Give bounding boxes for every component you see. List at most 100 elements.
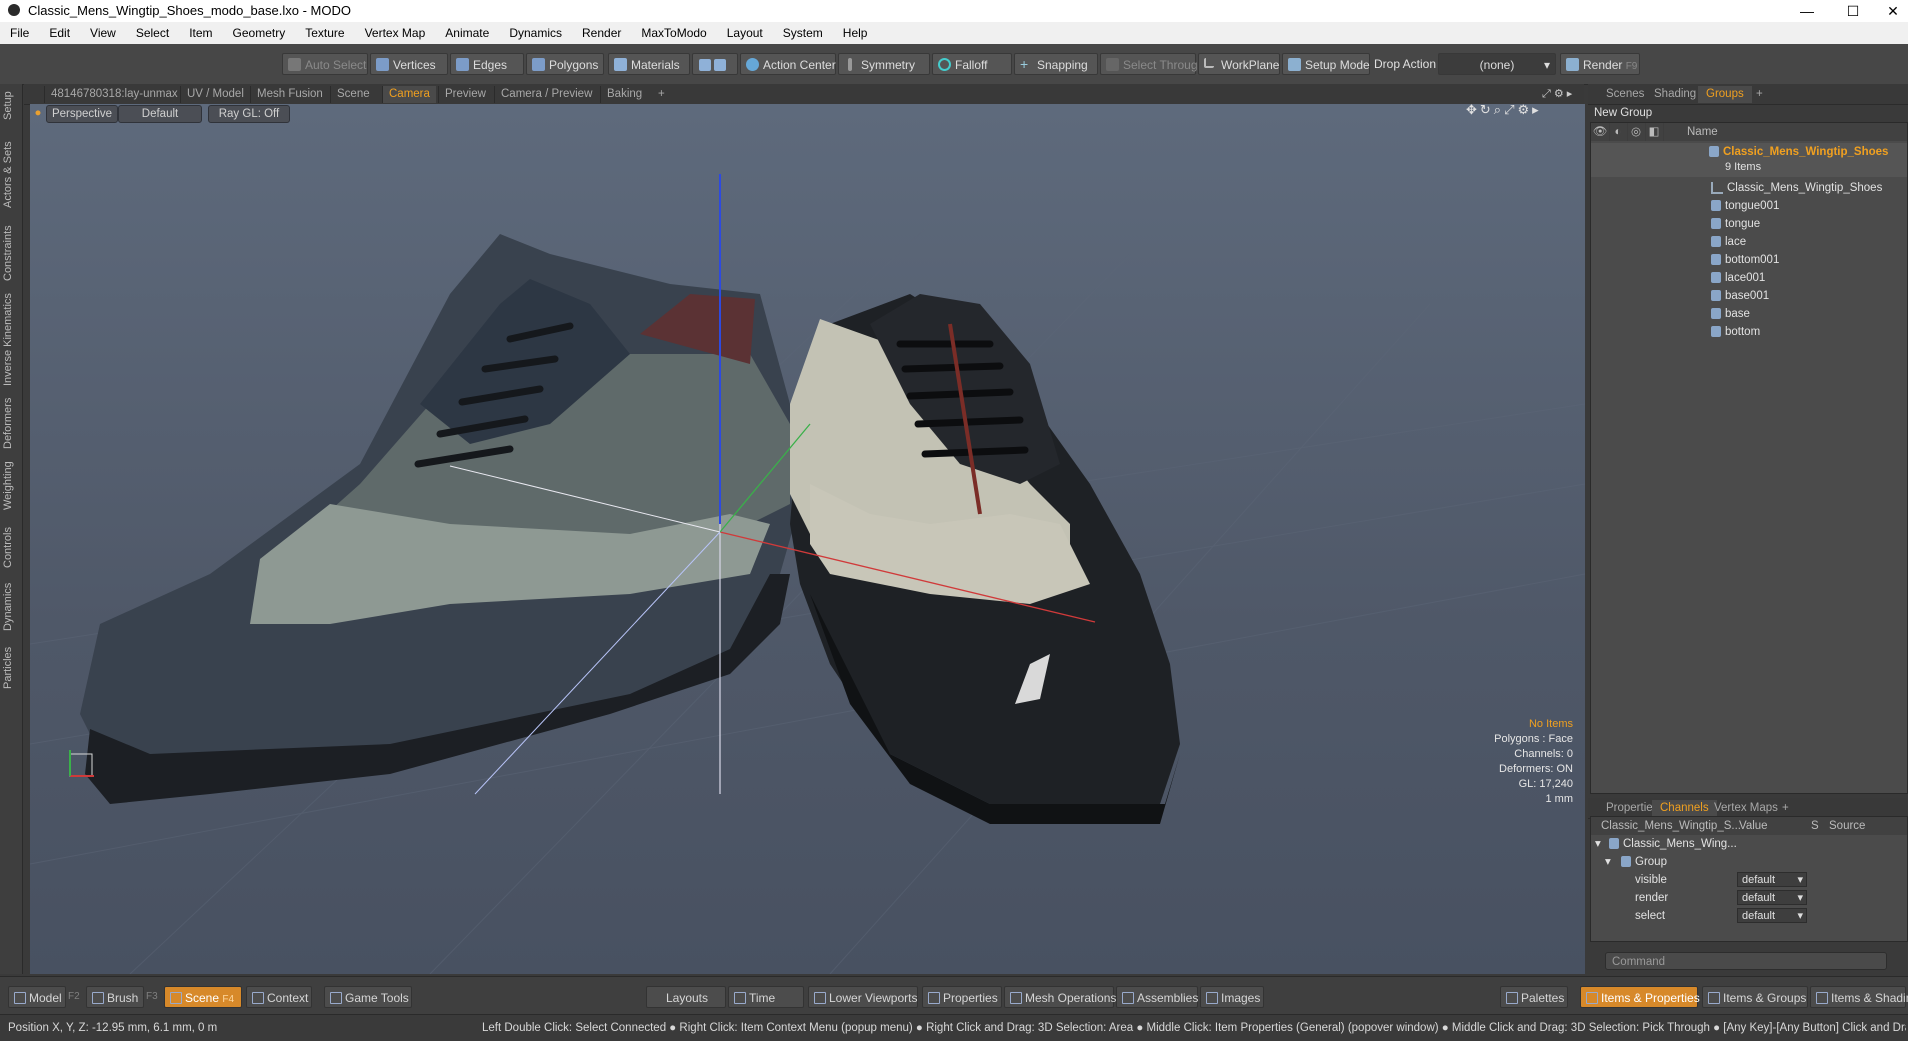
add-tab-button[interactable]: +: [652, 86, 671, 103]
raygl-toggle[interactable]: Ray GL: Off: [208, 105, 290, 123]
visible-value-select[interactable]: default: [1737, 872, 1807, 888]
scene-layout-button[interactable]: Scene F4: [164, 986, 242, 1008]
add-right-tab-button[interactable]: +: [1748, 86, 1771, 103]
falloff-button[interactable]: Falloff: [932, 53, 1012, 75]
tab-uv-model[interactable]: UV / Model: [180, 86, 250, 103]
items-groups-button[interactable]: Items & Groups: [1702, 986, 1808, 1008]
edges-button[interactable]: Edges: [450, 53, 524, 75]
render-col-icon[interactable]: ◐: [1609, 123, 1628, 141]
render-value-select[interactable]: default: [1737, 890, 1807, 906]
assemblies-button[interactable]: Assemblies: [1116, 986, 1198, 1008]
context-layout-button[interactable]: Context: [246, 986, 312, 1008]
tab-scene[interactable]: Scene: [330, 86, 376, 103]
items-properties-button[interactable]: Items & Properties: [1580, 986, 1700, 1008]
left-shoe-mesh[interactable]: [80, 234, 800, 804]
channel-row[interactable]: render default: [1591, 889, 1907, 907]
vtab-inverse-kinematics[interactable]: Inverse Kinematics: [2, 292, 20, 388]
tab-camera[interactable]: Camera: [382, 86, 436, 103]
selection-sets-button[interactable]: [692, 53, 738, 75]
right-shoe-mesh[interactable]: [790, 294, 1180, 824]
lock-icon[interactable]: ◎: [1627, 123, 1646, 141]
menu-texture[interactable]: Texture: [295, 26, 354, 40]
setup-mode-button[interactable]: Setup Mode: [1282, 53, 1370, 75]
select-value-select[interactable]: default: [1737, 908, 1807, 924]
vertices-button[interactable]: Vertices: [370, 53, 448, 75]
list-item[interactable]: Classic_Mens_Wingtip_Shoes: [1591, 179, 1907, 197]
view-type-selector[interactable]: Perspective: [46, 105, 118, 123]
vtab-constraints[interactable]: Constraints: [2, 222, 20, 284]
tab-preview[interactable]: Preview: [438, 86, 492, 103]
eye-icon[interactable]: 👁: [1591, 123, 1610, 141]
tab-mesh-fusion[interactable]: Mesh Fusion: [250, 86, 329, 103]
list-item[interactable]: bottom: [1591, 323, 1907, 341]
drop-action-select[interactable]: (none) ▾: [1438, 53, 1556, 75]
images-button[interactable]: Images: [1200, 986, 1264, 1008]
mesh-operations-button[interactable]: Mesh Operations: [1004, 986, 1116, 1008]
menu-view[interactable]: View: [80, 26, 126, 40]
menu-item[interactable]: Item: [179, 26, 222, 40]
list-item[interactable]: tongue001: [1591, 197, 1907, 215]
viewport-navigation-icons[interactable]: ✥↻⌕⤢⚙▸: [1466, 104, 1542, 118]
list-item[interactable]: tongue: [1591, 215, 1907, 233]
minimize-button[interactable]: —: [1784, 0, 1830, 22]
channel-group-row[interactable]: ▾ Group: [1591, 853, 1907, 871]
vtab-deformers[interactable]: Deformers: [2, 396, 20, 450]
channel-item-row[interactable]: ▾ Classic_Mens_Wing...: [1591, 835, 1907, 853]
close-button[interactable]: ✕: [1870, 0, 1908, 22]
tab-baking[interactable]: Baking: [600, 86, 648, 103]
menu-geometry[interactable]: Geometry: [223, 26, 296, 40]
vtab-weighting[interactable]: Weighting: [2, 458, 20, 514]
group-root-row[interactable]: Classic_Mens_Wingtip_Shoes 9 Items: [1591, 143, 1907, 177]
auto-select-button[interactable]: Auto Select: [282, 53, 368, 75]
new-group-button[interactable]: New Group: [1594, 107, 1652, 119]
vtab-controls[interactable]: Controls: [2, 524, 20, 572]
tab-camera-preview[interactable]: Camera / Preview: [494, 86, 598, 103]
workplane-button[interactable]: WorkPlane: [1198, 53, 1280, 75]
vtab-dynamics[interactable]: Dynamics: [2, 580, 20, 634]
vtab-setup[interactable]: Setup: [2, 88, 20, 124]
list-item[interactable]: lace001: [1591, 269, 1907, 287]
menu-file[interactable]: File: [0, 26, 39, 40]
viewport-tab-options-icon[interactable]: ⤢ ⚙ ▸: [1542, 87, 1572, 101]
list-item[interactable]: base: [1591, 305, 1907, 323]
symmetry-button[interactable]: Symmetry: [838, 53, 930, 75]
expand-arrow-icon[interactable]: ▾: [1595, 835, 1601, 853]
model-layout-button[interactable]: Model: [8, 986, 66, 1008]
tab-lay-unmax[interactable]: 48146780318:lay-unmax: [44, 86, 184, 103]
materials-button[interactable]: Materials: [608, 53, 690, 75]
list-item[interactable]: base001: [1591, 287, 1907, 305]
list-item[interactable]: lace: [1591, 233, 1907, 251]
select-through-button[interactable]: Select Through: [1100, 53, 1204, 75]
time-button[interactable]: Time: [728, 986, 804, 1008]
vtab-particles[interactable]: Particles: [2, 642, 20, 694]
3d-viewport[interactable]: ● Perspective Default Ray GL: Off ✥↻⌕⤢⚙▸…: [30, 104, 1585, 974]
vtab-actors-sets[interactable]: Actors & Sets: [2, 138, 20, 212]
tab-scenes[interactable]: Scenes: [1598, 86, 1652, 103]
snapping-button[interactable]: + Snapping: [1014, 53, 1098, 75]
menu-help[interactable]: Help: [833, 26, 878, 40]
menu-dynamics[interactable]: Dynamics: [499, 26, 572, 40]
properties-button[interactable]: Properties: [922, 986, 1002, 1008]
palettes-button[interactable]: Palettes: [1500, 986, 1568, 1008]
game-tools-layout-button[interactable]: Game Tools: [324, 986, 412, 1008]
brush-layout-button[interactable]: Brush: [86, 986, 144, 1008]
select-col-icon[interactable]: ◧: [1645, 123, 1664, 141]
items-shading-button[interactable]: Items & Shading: [1810, 986, 1908, 1008]
expand-arrow-icon[interactable]: ▾: [1605, 853, 1611, 871]
menu-select[interactable]: Select: [126, 26, 179, 40]
tab-groups[interactable]: Groups: [1698, 86, 1752, 103]
channel-row[interactable]: select default: [1591, 907, 1907, 925]
menu-animate[interactable]: Animate: [435, 26, 499, 40]
menu-layout[interactable]: Layout: [717, 26, 773, 40]
action-center-button[interactable]: Action Center: [740, 53, 836, 75]
menu-edit[interactable]: Edit: [39, 26, 80, 40]
menu-vertex-map[interactable]: Vertex Map: [355, 26, 436, 40]
menu-system[interactable]: System: [773, 26, 833, 40]
command-input[interactable]: Command: [1605, 952, 1887, 970]
layouts-button[interactable]: Layouts: [646, 986, 726, 1008]
add-lower-tab-button[interactable]: +: [1774, 800, 1797, 817]
menu-render[interactable]: Render: [572, 26, 631, 40]
render-button[interactable]: Render F9: [1560, 53, 1640, 75]
viewport-menu-icon[interactable]: ●: [34, 105, 42, 121]
lower-viewports-button[interactable]: Lower Viewports: [808, 986, 918, 1008]
